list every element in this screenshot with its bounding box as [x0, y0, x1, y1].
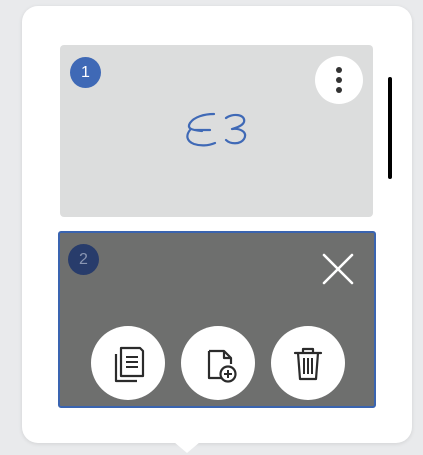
page-options-button[interactable] — [315, 56, 363, 104]
trash-icon — [293, 347, 323, 381]
copy-page-button[interactable] — [91, 326, 165, 400]
more-vertical-icon — [336, 67, 342, 73]
page-card-1[interactable]: 1 — [60, 45, 373, 217]
popover-pointer — [174, 442, 200, 453]
page-number-badge: 1 — [70, 57, 101, 88]
page-thumbnail-drawing — [186, 112, 247, 147]
delete-page-button[interactable] — [271, 326, 345, 400]
scrollbar[interactable] — [388, 77, 392, 179]
close-icon — [322, 253, 354, 285]
page-manager-popover: 1 2 — [22, 6, 412, 453]
more-vertical-icon-dot — [336, 87, 342, 93]
add-page-button[interactable] — [181, 326, 255, 400]
more-vertical-icon-dot — [336, 77, 342, 83]
close-button[interactable] — [318, 249, 358, 289]
page-card-2[interactable]: 2 — [58, 231, 376, 408]
add-page-icon — [207, 349, 237, 383]
page-number-badge: 2 — [68, 244, 99, 275]
copy-icon — [114, 346, 145, 383]
